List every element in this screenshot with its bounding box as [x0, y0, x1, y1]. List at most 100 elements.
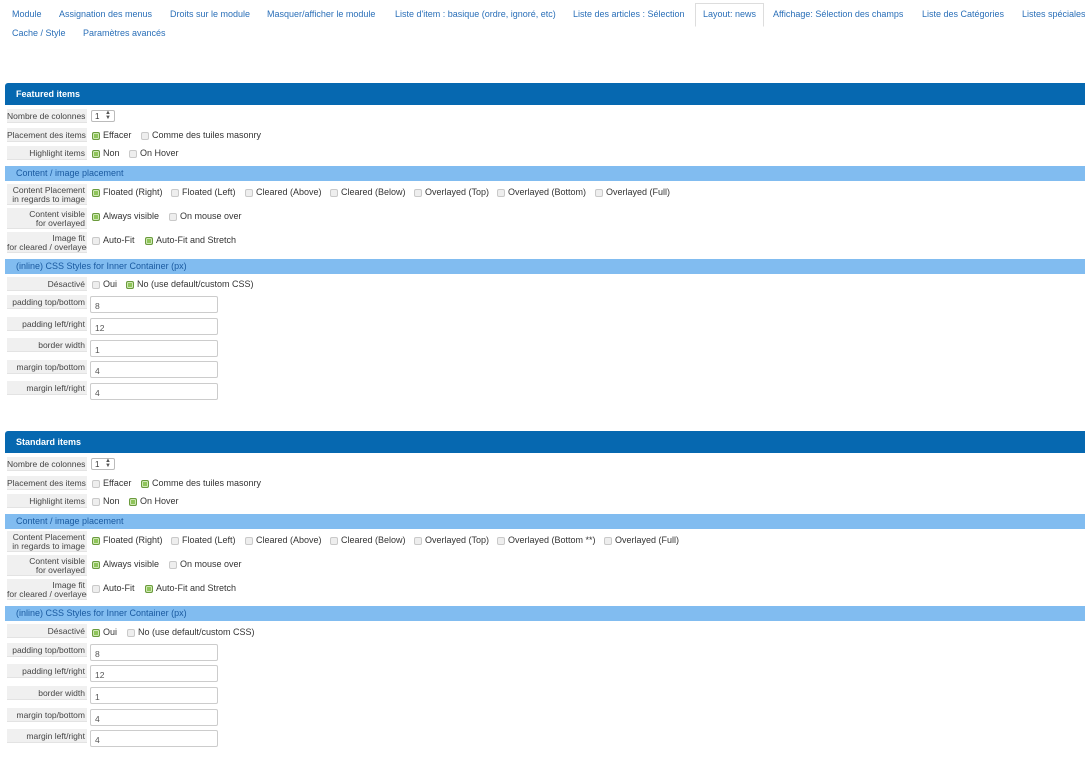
standard-items-header: Standard items — [5, 431, 1085, 453]
tab-article-list-selection[interactable]: Liste des articles : Sélection — [566, 5, 692, 24]
standard-highlight-hover[interactable]: On Hover — [129, 495, 179, 507]
tab-menu-assignment[interactable]: Assignation des menus — [52, 5, 159, 24]
checkbox-unchecked-icon — [497, 537, 505, 545]
featured-content-visible-label: Content visible for overlayed — [7, 208, 87, 229]
tab-field-selection[interactable]: Affichage: Sélection des champs — [766, 5, 910, 24]
checkbox-unchecked-icon — [92, 480, 100, 488]
checkbox-unchecked-icon — [245, 537, 253, 545]
tab-cache-style[interactable]: Cache / Style — [5, 24, 73, 43]
tab-show-hide-module[interactable]: Masquer/afficher le module — [260, 5, 382, 24]
checkbox-unchecked-icon — [92, 498, 100, 506]
standard-disabled-no[interactable]: No (use default/custom CSS) — [127, 626, 255, 638]
featured-padding-lr-input[interactable] — [90, 318, 218, 335]
featured-margin-tb-input[interactable] — [90, 361, 218, 378]
checkbox-unchecked-icon — [245, 189, 253, 197]
featured-items-header: Featured items — [5, 83, 1085, 105]
featured-disabled-yes[interactable]: Oui — [92, 278, 117, 290]
featured-margin-lr-label: margin left/right — [7, 381, 87, 395]
standard-padding-lr-input[interactable] — [90, 665, 218, 682]
checkbox-checked-icon — [92, 150, 100, 158]
featured-cp-overlayed-full[interactable]: Overlayed (Full) — [595, 186, 670, 198]
checkbox-unchecked-icon — [169, 213, 177, 221]
featured-content-placement-label: Content Placement in regards to image — [7, 184, 87, 205]
spinner-arrows-icon: ▲ ▼ — [105, 110, 111, 121]
featured-highlight-none[interactable]: Non — [92, 147, 120, 159]
standard-if-autofit-stretch[interactable]: Auto-Fit and Stretch — [145, 582, 236, 594]
standard-columns-label: Nombre de colonnes — [7, 457, 87, 471]
standard-margin-tb-input[interactable] — [90, 709, 218, 726]
featured-padding-tb-label: padding top/bottom — [7, 295, 87, 309]
featured-cp-overlayed-top[interactable]: Overlayed (Top) — [414, 186, 489, 198]
standard-css-styles-header: (inline) CSS Styles for Inner Container … — [5, 606, 1085, 621]
standard-cv-mouseover[interactable]: On mouse over — [169, 558, 242, 570]
featured-placement-clear[interactable]: Effacer — [92, 129, 131, 141]
featured-cv-always[interactable]: Always visible — [92, 210, 159, 222]
standard-placement-label: Placement des items — [7, 476, 87, 490]
standard-cp-overlayed-full[interactable]: Overlayed (Full) — [604, 534, 679, 546]
featured-highlight-label: Highlight items — [7, 146, 87, 160]
tab-module[interactable]: Module — [5, 5, 49, 24]
featured-cp-overlayed-bottom[interactable]: Overlayed (Bottom) — [497, 186, 586, 198]
tab-bar: Module Assignation des menus Droits sur … — [5, 0, 1085, 44]
checkbox-unchecked-icon — [330, 537, 338, 545]
featured-highlight-hover[interactable]: On Hover — [129, 147, 179, 159]
standard-padding-lr-label: padding left/right — [7, 664, 87, 678]
featured-border-width-input[interactable] — [90, 340, 218, 357]
standard-cp-cleared-below[interactable]: Cleared (Below) — [330, 534, 406, 546]
spinner-arrows-icon: ▲ ▼ — [105, 458, 111, 469]
standard-columns-select[interactable]: 1 ▲ ▼ — [91, 458, 115, 470]
featured-disabled-no[interactable]: No (use default/custom CSS) — [126, 278, 254, 290]
featured-border-width-label: border width — [7, 338, 87, 352]
checkbox-checked-icon — [145, 237, 153, 245]
standard-cp-floated-left[interactable]: Floated (Left) — [171, 534, 236, 546]
standard-border-width-label: border width — [7, 686, 87, 700]
checkbox-checked-icon — [92, 189, 100, 197]
featured-if-autofit[interactable]: Auto-Fit — [92, 234, 135, 246]
standard-content-placement-label: Content Placement in regards to image — [7, 531, 87, 552]
standard-disabled-yes[interactable]: Oui — [92, 626, 117, 638]
featured-margin-lr-input[interactable] — [90, 383, 218, 400]
standard-cp-floated-right[interactable]: Floated (Right) — [92, 534, 163, 546]
checkbox-checked-icon — [92, 132, 100, 140]
standard-cp-overlayed-bottom[interactable]: Overlayed (Bottom **) — [497, 534, 596, 546]
featured-if-autofit-stretch[interactable]: Auto-Fit and Stretch — [145, 234, 236, 246]
standard-placement-clear[interactable]: Effacer — [92, 477, 131, 489]
featured-padding-tb-input[interactable] — [90, 296, 218, 313]
featured-cp-cleared-below[interactable]: Cleared (Below) — [330, 186, 406, 198]
tab-category-list[interactable]: Liste des Catégories — [915, 5, 1011, 24]
standard-highlight-none[interactable]: Non — [92, 495, 120, 507]
featured-columns-select[interactable]: 1 ▲ ▼ — [91, 110, 115, 122]
standard-border-width-input[interactable] — [90, 687, 218, 704]
featured-cp-cleared-above[interactable]: Cleared (Above) — [245, 186, 322, 198]
checkbox-checked-icon — [92, 213, 100, 221]
checkbox-unchecked-icon — [414, 537, 422, 545]
checkbox-unchecked-icon — [595, 189, 603, 197]
standard-placement-masonry[interactable]: Comme des tuiles masonry — [141, 477, 261, 489]
checkbox-checked-icon — [92, 561, 100, 569]
tab-special-lists[interactable]: Listes spéciales — [1015, 5, 1085, 24]
tab-module-rights[interactable]: Droits sur le module — [163, 5, 257, 24]
standard-cp-overlayed-top[interactable]: Overlayed (Top) — [414, 534, 489, 546]
standard-if-autofit[interactable]: Auto-Fit — [92, 582, 135, 594]
tab-layout-news[interactable]: Layout: news — [695, 3, 765, 27]
featured-columns-label: Nombre de colonnes — [7, 109, 87, 123]
checkbox-unchecked-icon — [92, 585, 100, 593]
featured-cp-floated-right[interactable]: Floated (Right) — [92, 186, 163, 198]
featured-cv-mouseover[interactable]: On mouse over — [169, 210, 242, 222]
standard-highlight-label: Highlight items — [7, 494, 87, 508]
tab-advanced-params[interactable]: Paramètres avancés — [76, 24, 173, 43]
checkbox-unchecked-icon — [129, 150, 137, 158]
standard-cp-cleared-above[interactable]: Cleared (Above) — [245, 534, 322, 546]
featured-disabled-label: Désactivé — [7, 277, 87, 291]
standard-margin-tb-label: margin top/bottom — [7, 708, 87, 722]
featured-margin-tb-label: margin top/bottom — [7, 360, 87, 374]
featured-placement-masonry[interactable]: Comme des tuiles masonry — [141, 129, 261, 141]
standard-padding-tb-input[interactable] — [90, 644, 218, 661]
featured-cp-floated-left[interactable]: Floated (Left) — [171, 186, 236, 198]
tab-item-list-basic[interactable]: Liste d'item : basique (ordre, ignoré, e… — [388, 5, 563, 24]
standard-margin-lr-input[interactable] — [90, 730, 218, 747]
standard-cv-always[interactable]: Always visible — [92, 558, 159, 570]
checkbox-unchecked-icon — [604, 537, 612, 545]
featured-image-fit-label: Image fit for cleared / overlayed — [7, 232, 87, 253]
checkbox-unchecked-icon — [92, 281, 100, 289]
